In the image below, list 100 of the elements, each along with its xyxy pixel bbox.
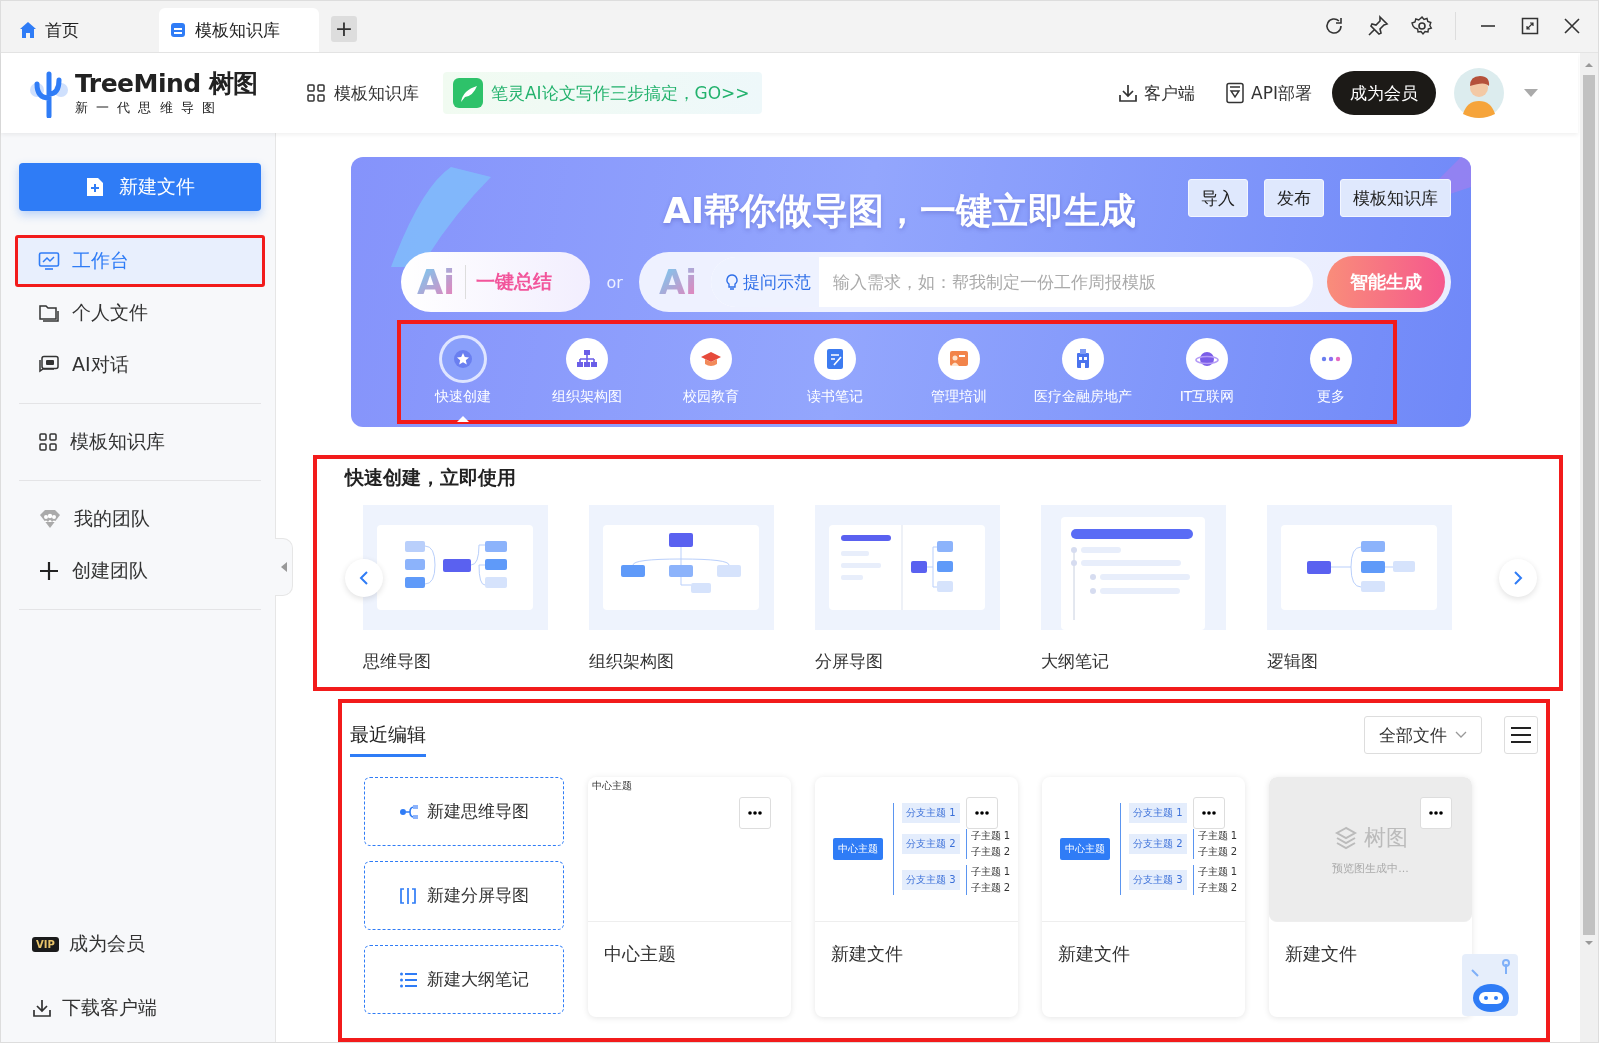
list-icon <box>399 970 419 989</box>
member-button[interactable]: 成为会员 <box>1332 71 1436 115</box>
more-icon <box>975 811 989 815</box>
more-button[interactable] <box>966 797 998 829</box>
mind-map-icon <box>399 802 419 821</box>
new-tab-button[interactable]: + <box>331 16 357 42</box>
template-thumbnail[interactable] <box>363 505 548 630</box>
template-name[interactable]: 分屏导图 <box>815 650 1000 673</box>
file-card[interactable]: 中心主题 中心主题 <box>588 777 791 1017</box>
subtopic: 子主题 2 <box>970 845 1011 859</box>
close-icon[interactable] <box>1562 16 1582 36</box>
brand-name: TreeMind 树图 <box>75 69 258 99</box>
previous-button[interactable] <box>345 559 383 597</box>
refresh-icon[interactable] <box>1323 15 1345 37</box>
subtopic: 子主题 2 <box>970 881 1011 895</box>
preview-title: 中心主题 <box>592 779 632 793</box>
more-icon <box>748 811 762 815</box>
section-title: 快速创建，立即使用 <box>345 465 517 490</box>
robot-assistant-icon[interactable] <box>1462 954 1518 1016</box>
caret-icon <box>280 562 287 572</box>
chevron-right-icon <box>1513 570 1523 586</box>
browser-tab[interactable]: 模板知识库 <box>159 8 319 52</box>
sidebar-item[interactable]: 创建团队 <box>15 545 265 597</box>
template-thumbnail[interactable] <box>589 505 774 630</box>
more-icon <box>1321 356 1341 362</box>
file-card[interactable]: 中心主题 分支主题 1 分支主题 2 子主题 1 子主题 2 分支主题 3 子主题 1 子主题 2 新建文件 <box>815 777 1018 1017</box>
banner-button[interactable]: 导入 <box>1188 179 1248 217</box>
new-file-button[interactable]: 新建文件 <box>19 163 261 211</box>
download-icon <box>32 998 52 1018</box>
pin-icon[interactable] <box>1367 15 1389 37</box>
loading-text: 预览图生成中... <box>1332 860 1409 876</box>
file-card[interactable]: 中心主题 分支主题 1 分支主题 2 子主题 1 子主题 2 分支主题 3 子主题 1 子主题 2 新建文件 <box>1042 777 1245 1017</box>
branch-topic: 分支主题 2 <box>901 834 960 854</box>
new-document-button[interactable]: 新建分屏导图 <box>364 861 564 930</box>
logo-icon <box>1333 825 1358 850</box>
more-button[interactable] <box>1193 797 1225 829</box>
collapse-handle[interactable] <box>275 538 293 596</box>
grid-icon <box>38 432 58 452</box>
browser-tab[interactable]: 首页 <box>9 8 159 52</box>
new-file-icon <box>85 176 105 198</box>
banner-button[interactable]: 发布 <box>1264 179 1324 217</box>
subtopic: 子主题 2 <box>1197 881 1238 895</box>
template-name[interactable]: 大纲笔记 <box>1041 650 1226 673</box>
example-prompt-button[interactable]: 提问示范 <box>710 257 819 307</box>
sidebar-item[interactable]: 个人文件 <box>15 287 265 339</box>
section-tab[interactable]: 最近编辑 <box>350 713 426 757</box>
file-name: 中心主题 <box>603 942 677 966</box>
file-name: 新建文件 <box>1284 942 1358 966</box>
subtopic: 子主题 1 <box>970 865 1011 879</box>
filter-dropdown[interactable]: 全部文件 <box>1364 716 1482 754</box>
new-document-button[interactable]: 新建思维导图 <box>364 777 564 846</box>
or-label: or <box>605 272 624 292</box>
banner-title: AI帮你做导图，一键立即生成 <box>663 189 1137 233</box>
branch-topic: 分支主题 2 <box>1128 834 1187 854</box>
sidebar-item[interactable]: 我的团队 <box>15 493 265 545</box>
vip-badge: VIP <box>32 936 59 952</box>
subtopic: 子主题 2 <box>1197 845 1238 859</box>
monitor-icon <box>38 251 60 271</box>
banner-button[interactable]: 模板知识库 <box>1340 179 1451 217</box>
file-name: 新建文件 <box>1057 942 1131 966</box>
header-link[interactable]: 客户端 <box>1118 81 1196 105</box>
archive-icon <box>169 21 187 39</box>
new-document-button[interactable]: 新建大纲笔记 <box>364 945 564 1014</box>
template-name[interactable]: 组织架构图 <box>589 650 774 673</box>
plus-icon <box>38 560 60 582</box>
template-thumbnail[interactable] <box>1267 505 1452 630</box>
sidebar-item[interactable]: AI对话 <box>15 339 265 391</box>
summary-label: 一键总结 <box>475 269 552 294</box>
more-button[interactable] <box>1420 797 1452 829</box>
sidebar-item[interactable]: 模板知识库 <box>15 416 265 468</box>
settings-icon[interactable] <box>1411 15 1433 37</box>
diamond-icon <box>38 509 62 529</box>
sidebar-item[interactable]: VIP 成为会员 <box>15 918 265 970</box>
branch-topic: 分支主题 3 <box>901 870 960 890</box>
chevron-left-icon <box>359 570 369 586</box>
more-button[interactable] <box>739 797 771 829</box>
template-name[interactable]: 逻辑图 <box>1267 650 1452 673</box>
template-thumbnail[interactable] <box>815 505 1000 630</box>
subtopic: 子主题 1 <box>1197 829 1238 843</box>
next-button[interactable] <box>1499 559 1537 597</box>
nav-link[interactable]: 模板知识库 <box>333 81 419 105</box>
sidebar-item[interactable]: 下载客户端 <box>15 982 265 1034</box>
feather-icon <box>452 78 483 108</box>
folder-icon <box>38 303 60 323</box>
avatar[interactable] <box>1454 68 1504 118</box>
header-link[interactable]: API部署 <box>1225 81 1312 105</box>
download-icon <box>1118 83 1139 103</box>
home-icon <box>19 21 37 39</box>
split-view-icon <box>399 886 419 905</box>
prompt-field[interactable]: 提问示范 输入需求，如：帮我制定一份工作周报模版 <box>710 257 1313 307</box>
view-menu-button[interactable] <box>1504 716 1538 754</box>
more-icon <box>1429 811 1443 815</box>
template-name[interactable]: 思维导图 <box>363 650 548 673</box>
branch-topic: 分支主题 1 <box>901 803 960 823</box>
branch-topic: 分支主题 3 <box>1128 870 1187 890</box>
branch-topic: 分支主题 1 <box>1128 803 1187 823</box>
template-thumbnail[interactable] <box>1041 505 1226 630</box>
scrollbar[interactable] <box>1580 53 1598 1042</box>
maximize-icon[interactable] <box>1520 16 1540 36</box>
chat-icon <box>38 355 60 375</box>
